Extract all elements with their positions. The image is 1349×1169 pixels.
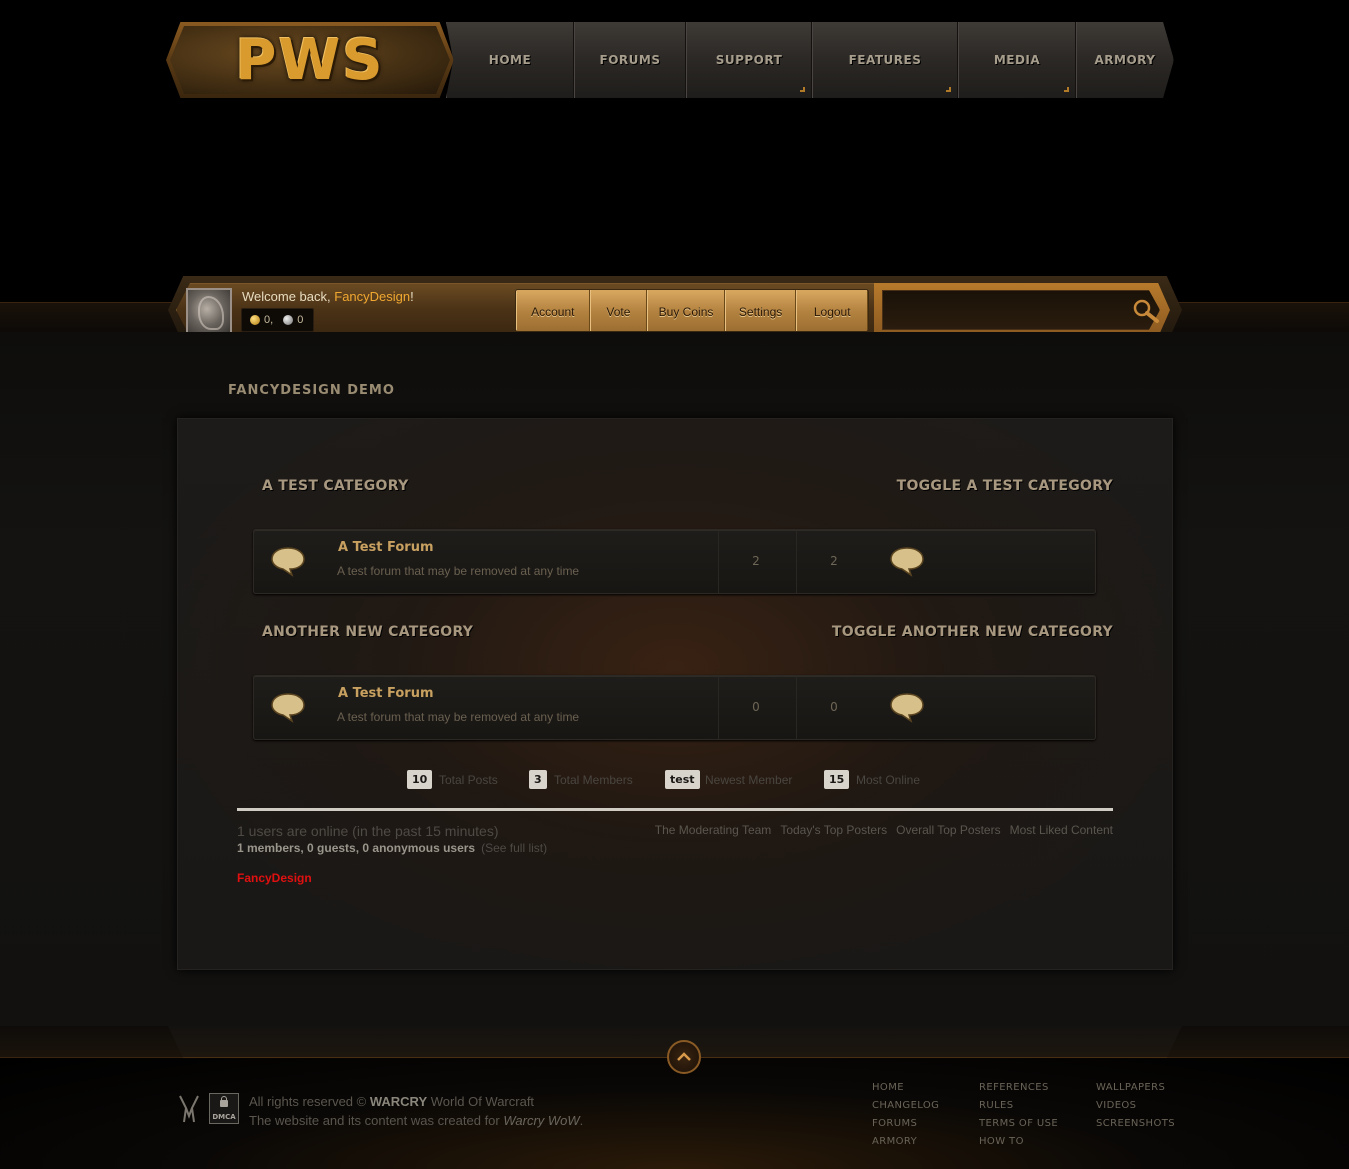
footer-link-howto[interactable]: HOW TO	[979, 1135, 1058, 1149]
page-title: FANCYDESIGN DEMO	[228, 383, 395, 398]
stat-badge: 3	[529, 770, 547, 789]
online-users-heading: 1 users are online (in the past 15 minut…	[237, 823, 499, 839]
quick-links: The Moderating Team Today's Top Posters …	[655, 823, 1113, 837]
footer-link-forums[interactable]: FORUMS	[872, 1117, 939, 1131]
footer-link-terms[interactable]: TERMS OF USE	[979, 1117, 1058, 1131]
nav-item-forums[interactable]: FORUMS	[574, 22, 686, 98]
online-breakdown: 1 members, 0 guests, 0 anonymous users (S…	[237, 841, 548, 855]
category-toggle[interactable]: TOGGLE ANOTHER NEW CATEGORY	[832, 624, 1113, 640]
forum-post-count: 0	[830, 700, 838, 714]
copyright-text: All rights reserved © WARCRY World Of Wa…	[249, 1094, 535, 1109]
warcry-logo-icon	[179, 1095, 199, 1123]
silver-amount: 0	[297, 314, 304, 326]
divider	[237, 808, 1113, 811]
see-full-list-link[interactable]: (See full list)	[481, 841, 547, 855]
nav-item-media[interactable]: MEDIA	[958, 22, 1076, 98]
forum-row[interactable]: A Test Forum A test forum that may be re…	[253, 675, 1096, 740]
logo-text: PWS	[235, 27, 385, 93]
settings-button[interactable]: Settings	[724, 290, 797, 331]
forum-title-link[interactable]: A Test Forum	[338, 540, 434, 555]
forum-topic-count: 2	[752, 554, 760, 568]
last-post-bubble-icon[interactable]	[889, 691, 925, 723]
stat-label: Total Members	[554, 773, 633, 787]
dmca-badge[interactable]: DMCA	[209, 1093, 239, 1124]
nav-item-home[interactable]: HOME	[446, 22, 574, 98]
stat-label: Total Posts	[439, 773, 498, 787]
gold-amount: 0,	[264, 314, 274, 326]
forum-row[interactable]: A Test Forum A test forum that may be re…	[253, 529, 1096, 594]
user-actions: Account Vote Buy Coins Settings Logout	[515, 289, 869, 332]
footer-link-rules[interactable]: RULES	[979, 1099, 1058, 1113]
credit-text: The website and its content was created …	[249, 1113, 584, 1128]
online-user-link[interactable]: FancyDesign	[237, 871, 312, 885]
chevron-up-icon	[677, 1052, 691, 1061]
dropdown-corner-icon	[1064, 87, 1069, 92]
site-logo[interactable]: PWS	[166, 22, 454, 98]
footer-link-references[interactable]: REFERENCES	[979, 1081, 1058, 1095]
footer-links-col-2: REFERENCES RULES TERMS OF USE HOW TO	[979, 1081, 1058, 1149]
nav-item-support[interactable]: SUPPORT	[686, 22, 812, 98]
quicklink-moderating-team[interactable]: The Moderating Team	[655, 823, 772, 837]
site-header: PWS HOME FORUMS SUPPORT FEATURES MEDIA A…	[0, 0, 1349, 260]
dropdown-corner-icon	[946, 87, 951, 92]
gold-coin-icon	[250, 315, 260, 325]
forum-title-link[interactable]: A Test Forum	[338, 686, 434, 701]
search-icon[interactable]	[1131, 298, 1161, 324]
quicklink-most-liked[interactable]: Most Liked Content	[1010, 823, 1113, 837]
account-button[interactable]: Account	[516, 290, 590, 331]
welcome-message: Welcome back, FancyDesign!	[242, 289, 414, 304]
welcome-username[interactable]: FancyDesign	[334, 289, 410, 304]
forum-topic-count: 0	[752, 700, 760, 714]
forum-bubble-icon	[271, 693, 305, 723]
avatar[interactable]	[186, 288, 232, 334]
footer-link-screenshots[interactable]: SCREENSHOTS	[1096, 1117, 1175, 1131]
footer-link-home[interactable]: HOME	[872, 1081, 939, 1095]
footer-link-videos[interactable]: VIDEOS	[1096, 1099, 1175, 1113]
category-toggle[interactable]: TOGGLE A TEST CATEGORY	[897, 478, 1113, 494]
nav-item-features[interactable]: FEATURES	[812, 22, 958, 98]
footer-link-changelog[interactable]: CHANGELOG	[872, 1099, 939, 1113]
currency-display: 0, 0	[241, 308, 314, 332]
category-title[interactable]: A TEST CATEGORY	[262, 478, 409, 494]
stat-label: Newest Member	[705, 773, 793, 787]
forum-post-count: 2	[830, 554, 838, 568]
stat-badge[interactable]: test	[665, 770, 700, 789]
footer-links-col-1: HOME CHANGELOG FORUMS ARMORY	[872, 1081, 939, 1149]
forum-description: A test forum that may be removed at any …	[337, 710, 580, 724]
footer-links-col-3: WALLPAPERS VIDEOS SCREENSHOTS	[1096, 1081, 1175, 1131]
board-stats: 10 Total Posts 3 Total Members test Newe…	[0, 770, 1349, 790]
forum-description: A test forum that may be removed at any …	[337, 564, 580, 578]
logout-button[interactable]: Logout	[796, 290, 868, 331]
nav-item-armory[interactable]: ARMORY	[1076, 22, 1174, 98]
stat-badge: 10	[407, 770, 433, 789]
search-input[interactable]	[888, 296, 1118, 324]
vote-button[interactable]: Vote	[589, 290, 648, 331]
stat-label: Most Online	[856, 773, 921, 787]
stat-badge: 15	[824, 770, 850, 789]
main-nav: HOME FORUMS SUPPORT FEATURES MEDIA ARMOR…	[446, 22, 1174, 98]
footer-link-armory[interactable]: ARMORY	[872, 1135, 939, 1149]
last-post-bubble-icon[interactable]	[889, 545, 925, 577]
forum-bubble-icon	[271, 547, 305, 577]
footer-link-wallpapers[interactable]: WALLPAPERS	[1096, 1081, 1175, 1095]
scroll-to-top-button[interactable]	[667, 1040, 701, 1074]
buy-coins-button[interactable]: Buy Coins	[647, 290, 725, 331]
quicklink-todays-top-posters[interactable]: Today's Top Posters	[780, 823, 887, 837]
dropdown-corner-icon	[800, 87, 805, 92]
silver-coin-icon	[283, 315, 294, 325]
quicklink-overall-top-posters[interactable]: Overall Top Posters	[896, 823, 1001, 837]
category-title[interactable]: ANOTHER NEW CATEGORY	[262, 624, 473, 640]
